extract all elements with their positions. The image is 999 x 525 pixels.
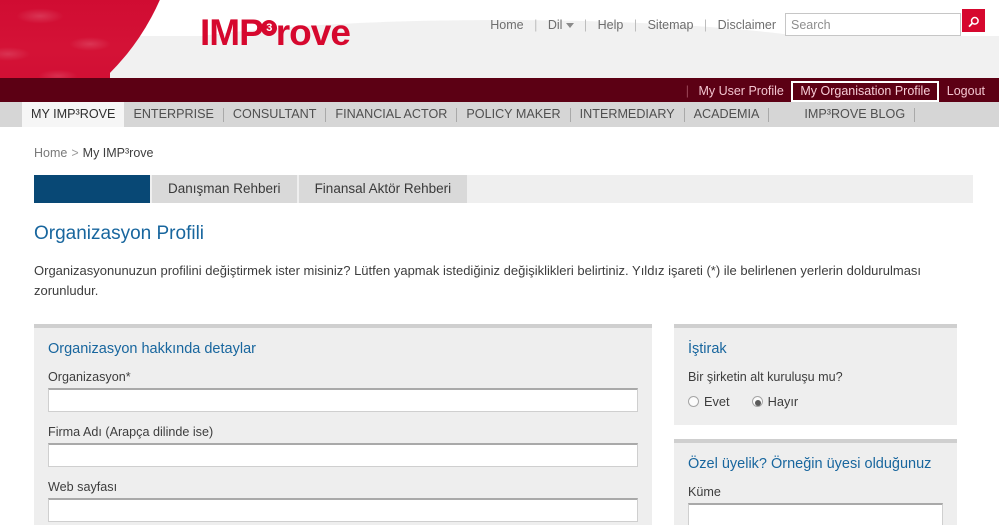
logout-link[interactable]: Logout	[947, 84, 985, 98]
nav-item-academia[interactable]: ACADEMIA	[685, 102, 769, 127]
my-user-profile-link[interactable]: My User Profile	[698, 84, 783, 98]
site-header: IMP 3 rove Home | Dil | Help | Sitemap | D…	[0, 0, 999, 78]
nav-left-pad	[0, 102, 22, 127]
ozel-uyelik-title: Özel üyelik? Örneğin üyesi olduğunuz	[688, 456, 932, 473]
member-links: | My User Profile My Organisation Profil…	[680, 81, 985, 102]
nav-item-intermediary[interactable]: INTERMEDIARY	[571, 102, 684, 127]
nav-item-improve-blog[interactable]: IMP³ROVE BLOG	[795, 102, 914, 127]
field-label-web-sayfasi: Web sayfası	[48, 480, 118, 495]
input-kume[interactable]	[688, 503, 943, 525]
nav-item-my-improve[interactable]: MY IMP³ROVE	[22, 102, 125, 127]
input-web-sayfasi[interactable]	[48, 498, 638, 523]
tab-strip: Danışman Rehberi Finansal Aktör Rehberi	[34, 175, 973, 203]
radio-icon-hayir	[751, 396, 763, 408]
utility-nav-sitemap[interactable]: Sitemap	[647, 18, 695, 32]
utility-nav-separator: |	[583, 18, 588, 32]
field-label-kume: Küme	[688, 485, 721, 500]
ozel-uyelik-panel: Özel üyelik? Örneğin üyesi olduğunuz Küm…	[674, 439, 957, 525]
radio-option-hayir[interactable]: Hayır	[751, 394, 799, 410]
main-nav: MY IMP³ROVE ENTERPRISE CONSULTANT FINANCIAL…	[0, 102, 999, 127]
nav-divider	[914, 108, 916, 122]
breadcrumb-arrow: >	[71, 146, 79, 160]
radio-option-evet[interactable]: Evet	[688, 394, 730, 409]
left-column: Organizasyon hakkında detaylar Organizas…	[34, 324, 652, 525]
site-logo[interactable]: IMP 3 rove	[200, 12, 351, 53]
logo-suffix: rove	[275, 12, 351, 53]
tab-danisman-rehberi[interactable]: Danışman Rehberi	[152, 175, 297, 203]
logo-superscript-three: 3	[260, 20, 277, 36]
istirak-panel: İştirak Bir şirketin alt kuruluşu mu? Ev…	[674, 324, 957, 426]
chevron-down-icon[interactable]	[566, 23, 575, 28]
search-area	[785, 9, 985, 36]
utility-nav-disclaimer[interactable]: Disclaimer	[717, 18, 777, 32]
field-kume: Küme	[688, 485, 943, 525]
breadcrumb-current: My IMP³rove	[82, 146, 154, 160]
utility-nav-home[interactable]: Home	[489, 18, 524, 32]
member-bar: | My User Profile My Organisation Profil…	[0, 78, 999, 102]
istirak-title: İştirak	[688, 341, 727, 358]
page-root: IMP 3 rove Home | Dil | Help | Sitemap | D…	[0, 0, 999, 525]
breadcrumb: Home > My IMP³rove	[34, 127, 973, 160]
content-inner: Home > My IMP³rove Danışman Rehberi Finansa…	[22, 127, 985, 525]
radio-label-evet: Evet	[704, 394, 730, 410]
intro-text: Organizasyonunuzun profilini değiştirmek…	[34, 263, 922, 299]
utility-nav-separator: |	[633, 18, 638, 32]
logo-prefix: IMP	[200, 12, 264, 53]
page-title: Organizasyon Profili	[34, 223, 205, 244]
nav-item-financial-actor[interactable]: FINANCIAL ACTOR	[326, 102, 456, 127]
tab-finansal-aktor-rehberi[interactable]: Finansal Aktör Rehberi	[298, 175, 468, 203]
search-button[interactable]	[962, 9, 985, 32]
search-input[interactable]	[785, 13, 961, 36]
organisation-details-title: Organizasyon hakkında detaylar	[48, 341, 256, 358]
utility-nav-language[interactable]: Dil	[547, 18, 564, 32]
istirak-radio-group: Evet Hayır	[688, 394, 943, 409]
nav-item-consultant[interactable]: CONSULTANT	[224, 102, 326, 127]
breadcrumb-home[interactable]: Home	[34, 146, 67, 160]
page-content: Home > My IMP³rove Danışman Rehberi Finansa…	[0, 127, 999, 525]
utility-nav-separator: |	[534, 18, 538, 32]
search-icon	[968, 16, 979, 27]
nav-gap	[769, 102, 795, 127]
field-label-firma-adi: Firma Adı (Arapça dilinde ise)	[48, 425, 214, 440]
input-firma-adi[interactable]	[48, 443, 638, 468]
field-web-sayfasi: Web sayfası	[48, 480, 638, 523]
utility-nav-separator: |	[703, 18, 708, 32]
member-links-separator: |	[685, 84, 689, 98]
utility-nav-help[interactable]: Help	[597, 18, 625, 32]
organisation-details-panel: Organizasyon hakkında detaylar Organizas…	[34, 324, 652, 525]
istirak-question: Bir şirketin alt kuruluşu mu?	[688, 370, 843, 385]
field-label-organizasyon: Organizasyon*	[48, 370, 131, 385]
nav-item-enterprise[interactable]: ENTERPRISE	[124, 102, 222, 127]
radio-label-hayir: Hayır	[767, 394, 799, 410]
header-grey-sweep	[0, 20, 999, 78]
nav-item-policy-maker[interactable]: POLICY MAKER	[457, 102, 569, 127]
my-organisation-profile-link[interactable]: My Organisation Profile	[791, 81, 940, 102]
field-organizasyon: Organizasyon*	[48, 370, 638, 413]
field-firma-adi: Firma Adı (Arapça dilinde ise)	[48, 425, 638, 468]
input-organizasyon[interactable]	[48, 388, 638, 413]
radio-icon-evet	[688, 396, 699, 408]
utility-nav: Home | Dil | Help | Sitemap | Disclaimer	[489, 18, 777, 32]
tab-organisation-profile[interactable]	[34, 175, 150, 203]
form-columns: Organizasyon hakkında detaylar Organizas…	[34, 324, 973, 525]
right-column: İştirak Bir şirketin alt kuruluşu mu? Ev…	[674, 324, 957, 525]
